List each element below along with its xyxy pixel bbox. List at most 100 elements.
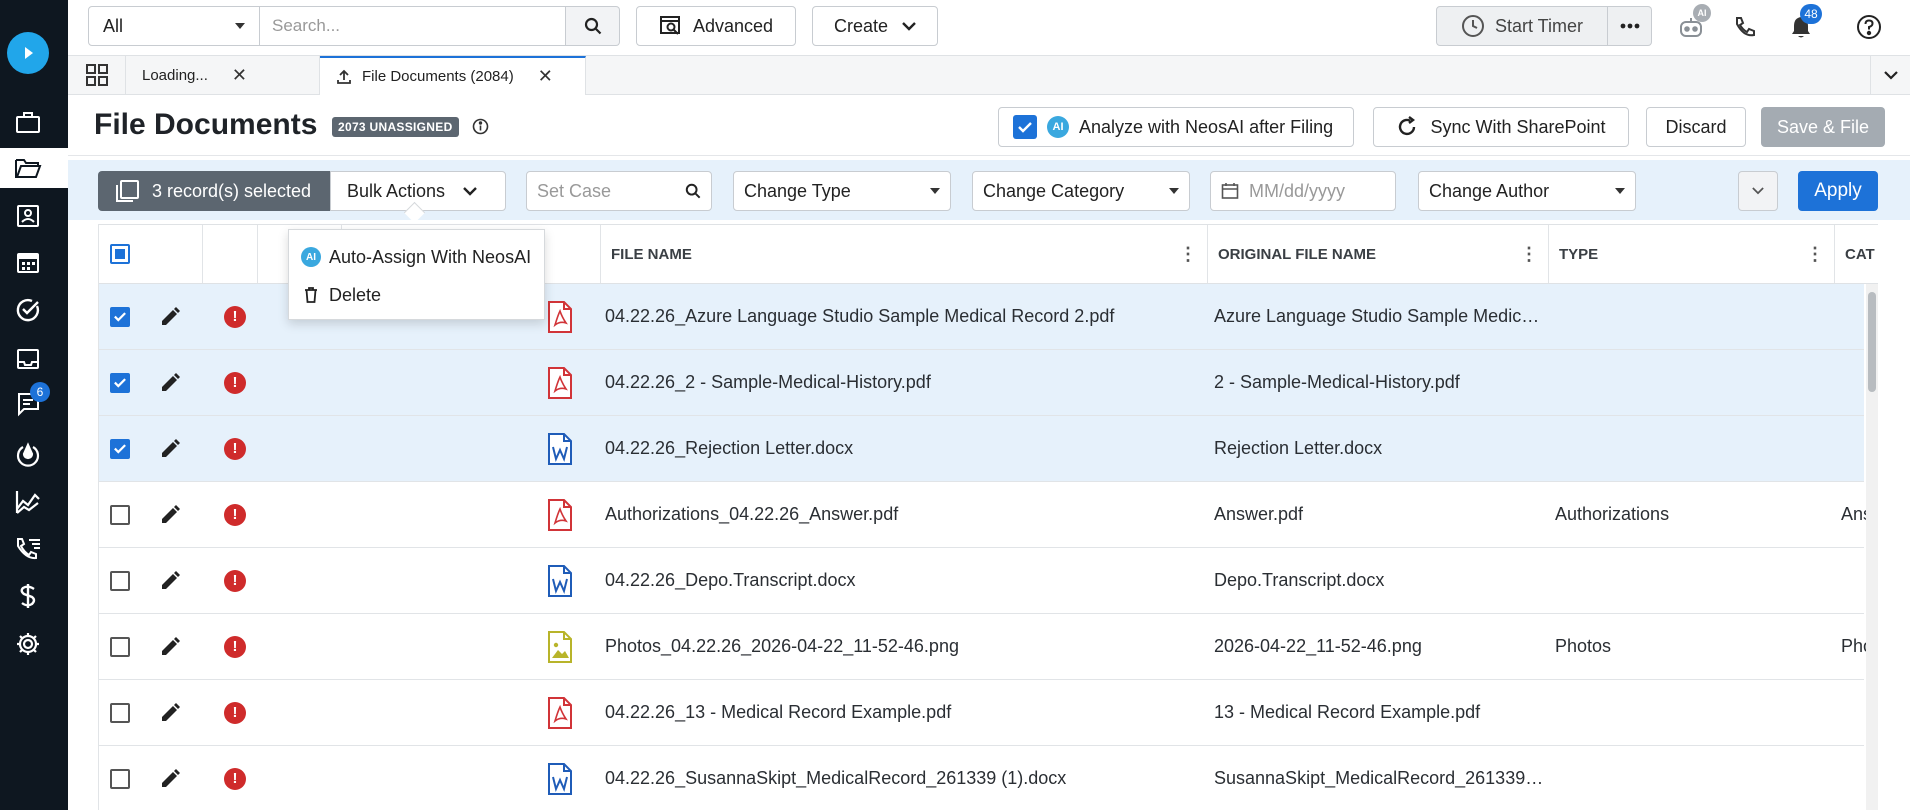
row-checkbox[interactable] bbox=[110, 372, 130, 393]
edit-pencil-icon[interactable] bbox=[159, 284, 189, 349]
table-row[interactable]: ! 04.22.26_SusannaSkipt_MedicalRecord_261… bbox=[99, 746, 1864, 810]
timer-more-button[interactable] bbox=[1608, 6, 1652, 46]
change-type-select[interactable]: Change Type bbox=[733, 171, 951, 211]
menu-item-label: Delete bbox=[329, 284, 382, 305]
help-icon[interactable] bbox=[1854, 12, 1884, 42]
file-name-cell[interactable]: 04.22.26_Rejection Letter.docx bbox=[605, 416, 1200, 481]
column-menu-icon[interactable]: ⋮ bbox=[1179, 245, 1197, 263]
category-column-header[interactable]: CAT bbox=[1835, 225, 1878, 283]
edit-pencil-icon[interactable] bbox=[159, 614, 189, 679]
scrollbar-thumb[interactable] bbox=[1868, 292, 1876, 392]
file-name-cell[interactable]: 04.22.26_2 - Sample-Medical-History.pdf bbox=[605, 350, 1200, 415]
drop-icon[interactable] bbox=[14, 440, 42, 468]
table-row[interactable]: ! 04.22.26_2 - Sample-Medical-History.pdf… bbox=[99, 350, 1864, 416]
settings-icon[interactable] bbox=[14, 630, 42, 658]
row-checkbox[interactable] bbox=[110, 768, 130, 789]
contact-card-icon[interactable] bbox=[14, 202, 42, 230]
briefcase-icon[interactable] bbox=[14, 108, 42, 136]
inbox-icon[interactable] bbox=[14, 345, 42, 373]
file-name-cell[interactable]: Authorizations_04.22.26_Answer.pdf bbox=[605, 482, 1200, 547]
tabs-overflow-button[interactable] bbox=[1870, 56, 1910, 94]
file-name-cell[interactable]: 04.22.26_Depo.Transcript.docx bbox=[605, 548, 1200, 613]
row-checkbox[interactable] bbox=[110, 306, 130, 327]
row-checkbox[interactable] bbox=[110, 636, 130, 657]
folder-open-icon[interactable] bbox=[0, 148, 68, 188]
save-and-file-button[interactable]: Save & File bbox=[1761, 107, 1885, 147]
edit-pencil-icon[interactable] bbox=[159, 416, 189, 481]
checkbox-checked-icon[interactable] bbox=[1013, 115, 1037, 139]
table-row[interactable]: ! 04.22.26_Depo.Transcript.docx Depo.Trans… bbox=[99, 548, 1864, 614]
chart-icon[interactable] bbox=[14, 488, 42, 516]
close-icon[interactable]: ✕ bbox=[538, 66, 553, 87]
menu-item-delete[interactable]: Delete bbox=[289, 276, 544, 314]
check-circle-icon[interactable] bbox=[14, 296, 42, 324]
type-cell bbox=[1555, 548, 1825, 613]
chat-icon[interactable]: 6 bbox=[14, 382, 50, 418]
advanced-search-button[interactable]: Advanced bbox=[636, 6, 796, 46]
global-search-input[interactable]: Search... bbox=[260, 6, 566, 46]
search-button[interactable] bbox=[566, 6, 620, 46]
phone-icon[interactable] bbox=[1730, 12, 1760, 42]
clock-icon bbox=[1461, 15, 1484, 37]
pdf-file-icon bbox=[547, 680, 587, 745]
file-name-cell[interactable]: 04.22.26_Azure Language Studio Sample Me… bbox=[605, 284, 1200, 349]
edit-pencil-icon[interactable] bbox=[159, 746, 189, 810]
dollar-icon[interactable] bbox=[14, 582, 42, 610]
table-row[interactable]: ! Photos_04.22.26_2026-04-22_11-52-46.png… bbox=[99, 614, 1871, 680]
table-scrollbar[interactable] bbox=[1866, 284, 1878, 810]
tab-file-documents[interactable]: File Documents (2084) ✕ bbox=[320, 56, 586, 95]
expand-play-icon[interactable] bbox=[7, 32, 49, 74]
file-name-column-header[interactable]: FILE NAME ⋮ bbox=[601, 225, 1208, 283]
bulk-actions-button[interactable]: Bulk Actions bbox=[330, 171, 506, 211]
row-checkbox[interactable] bbox=[110, 438, 130, 459]
calendar-icon[interactable] bbox=[14, 248, 42, 276]
bulk-actions-menu: AI Auto-Assign With NeosAI Delete bbox=[288, 229, 545, 320]
analyze-neosai-checkbox[interactable]: AI Analyze with NeosAI after Filing bbox=[998, 107, 1354, 147]
file-name-cell[interactable]: 04.22.26_SusannaSkipt_MedicalRecord_2613… bbox=[605, 746, 1200, 810]
warning-icon: ! bbox=[224, 767, 246, 790]
date-input[interactable]: MM/dd/yyyy bbox=[1210, 171, 1396, 211]
create-button[interactable]: Create bbox=[812, 6, 938, 46]
discard-button[interactable]: Discard bbox=[1646, 107, 1746, 147]
bell-icon[interactable]: 48 bbox=[1786, 4, 1822, 42]
start-timer-button[interactable]: Start Timer bbox=[1436, 6, 1608, 46]
change-author-label: Change Author bbox=[1429, 180, 1550, 201]
sync-sharepoint-button[interactable]: Sync With SharePoint bbox=[1373, 107, 1629, 147]
select-all-checkbox[interactable] bbox=[110, 244, 130, 264]
apply-button[interactable]: Apply bbox=[1798, 171, 1878, 211]
row-checkbox[interactable] bbox=[110, 702, 130, 723]
tab-loading[interactable]: Loading... ✕ bbox=[126, 56, 320, 94]
menu-item-auto-assign[interactable]: AI Auto-Assign With NeosAI bbox=[289, 238, 544, 276]
search-icon bbox=[584, 17, 601, 35]
tab-grid-button[interactable] bbox=[68, 56, 126, 94]
table-row[interactable]: ! Authorizations_04.22.26_Answer.pdf Answe… bbox=[99, 482, 1871, 548]
column-menu-icon[interactable]: ⋮ bbox=[1520, 245, 1538, 263]
original-file-name-column-header[interactable]: ORIGINAL FILE NAME ⋮ bbox=[1208, 225, 1549, 283]
edit-pencil-icon[interactable] bbox=[159, 350, 189, 415]
search-scope-select[interactable]: All bbox=[88, 6, 260, 46]
type-column-header[interactable]: TYPE ⋮ bbox=[1549, 225, 1835, 283]
advanced-search-icon bbox=[659, 16, 680, 35]
table-row[interactable]: ! 04.22.26_Rejection Letter.docx Rejection… bbox=[99, 416, 1864, 482]
phone-list-icon[interactable] bbox=[14, 535, 42, 563]
row-checkbox[interactable] bbox=[110, 570, 130, 591]
analyze-label: Analyze with NeosAI after Filing bbox=[1079, 116, 1334, 137]
edit-pencil-icon[interactable] bbox=[159, 680, 189, 745]
column-menu-icon[interactable]: ⋮ bbox=[1806, 245, 1824, 263]
caret-down-icon bbox=[1615, 188, 1625, 194]
edit-pencil-icon[interactable] bbox=[159, 482, 189, 547]
collapse-actions-button[interactable] bbox=[1738, 171, 1778, 211]
table-row[interactable]: ! 04.22.26_13 - Medical Record Example.pd… bbox=[99, 680, 1864, 746]
type-cell: Authorizations bbox=[1555, 504, 1670, 524]
row-checkbox[interactable] bbox=[110, 504, 130, 525]
ai-assistant-robot-icon[interactable]: AI bbox=[1676, 4, 1711, 42]
file-name-cell[interactable]: 04.22.26_13 - Medical Record Example.pdf bbox=[605, 680, 1200, 745]
warning-icon: ! bbox=[224, 569, 246, 592]
file-name-cell[interactable]: Photos_04.22.26_2026-04-22_11-52-46.png bbox=[605, 614, 1200, 679]
change-author-select[interactable]: Change Author bbox=[1418, 171, 1636, 211]
change-category-select[interactable]: Change Category bbox=[972, 171, 1190, 211]
info-icon[interactable] bbox=[472, 118, 489, 135]
edit-pencil-icon[interactable] bbox=[159, 548, 189, 613]
close-icon[interactable]: ✕ bbox=[232, 65, 247, 86]
set-case-input[interactable]: Set Case bbox=[526, 171, 712, 211]
